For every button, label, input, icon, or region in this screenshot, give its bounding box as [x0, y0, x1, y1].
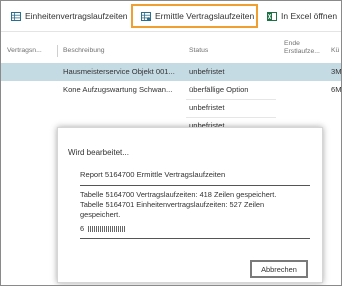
progress-value: 6	[80, 224, 85, 233]
table-row[interactable]: Kone Aufzugswartung Schwan... überfällig…	[1, 81, 341, 99]
column-header-erstlaufzeit: Erstlaufze...	[284, 48, 320, 55]
row-status: unbefristet	[189, 67, 225, 76]
dialog-message: Tabelle 5164700 Vertragslaufzeiten: 418 …	[80, 190, 290, 219]
row-kuendigung: 6M	[331, 85, 342, 94]
column-header-beschreibung[interactable]: Beschreibung	[63, 47, 105, 54]
toolbar-divider	[1, 31, 341, 32]
window: Einheitenvertragslaufzeiten Ermittle Ver…	[0, 0, 342, 286]
einheitenvertragslaufzeiten-button[interactable]: Einheitenvertragslaufzeiten	[7, 5, 132, 27]
row-beschreibung: Hausmeisterservice Objekt 001...	[63, 67, 175, 76]
dialog-divider-top	[80, 185, 310, 186]
open-in-excel-label: In Excel öffnen	[281, 11, 338, 21]
dialog-title: Wird bearbeitet...	[68, 148, 129, 157]
dialog-report-name: Report 5164700 Ermittle Vertragslaufzeit…	[80, 170, 226, 179]
ermittle-vertragslaufzeiten-label: Ermittle Vertragslaufzeiten	[155, 11, 255, 21]
table-header: Vertragsn... Beschreibung Status Ende Er…	[1, 37, 341, 61]
calc-grid-icon	[141, 11, 151, 21]
ermittle-vertragslaufzeiten-button[interactable]: Ermittle Vertragslaufzeiten	[131, 4, 258, 28]
dialog-message-line-1: Tabelle 5164700 Vertragslaufzeiten: 418 …	[80, 190, 277, 199]
progress-dialog: Wird bearbeitet... Report 5164700 Ermitt…	[57, 127, 323, 283]
column-header-ende-erstlaufzeit[interactable]: Ende Erstlaufze...	[284, 40, 320, 56]
table-row[interactable]: Hausmeisterservice Objekt 001... unbefri…	[1, 63, 341, 81]
einheitenvertragslaufzeiten-label: Einheitenvertragslaufzeiten	[25, 11, 128, 21]
table-row[interactable]: unbefristet	[1, 99, 341, 117]
excel-icon	[267, 11, 277, 21]
column-header-ende: Ende	[284, 40, 300, 47]
progress-indicator	[88, 226, 127, 233]
open-in-excel-button[interactable]: In Excel öffnen	[263, 5, 341, 27]
dialog-progress: 6	[80, 224, 127, 233]
row-kuendigung: 3M	[331, 67, 342, 76]
column-header-kuendigung[interactable]: Kü	[331, 47, 339, 54]
column-divider	[57, 45, 58, 57]
dialog-divider-bottom	[80, 238, 310, 239]
grid-table-icon	[11, 11, 21, 21]
row-status: unbefristet	[189, 103, 225, 112]
row-status: überfällige Option	[189, 85, 249, 94]
cancel-button[interactable]: Abbrechen	[250, 260, 308, 278]
dialog-message-line-2: Tabelle 5164701 Einheitenvertragslaufzei…	[80, 199, 265, 219]
column-header-vertragsnr[interactable]: Vertragsn...	[7, 47, 42, 54]
row-beschreibung: Kone Aufzugswartung Schwan...	[63, 85, 173, 94]
column-header-status[interactable]: Status	[189, 47, 208, 54]
action-toolbar: Einheitenvertragslaufzeiten Ermittle Ver…	[1, 1, 341, 31]
